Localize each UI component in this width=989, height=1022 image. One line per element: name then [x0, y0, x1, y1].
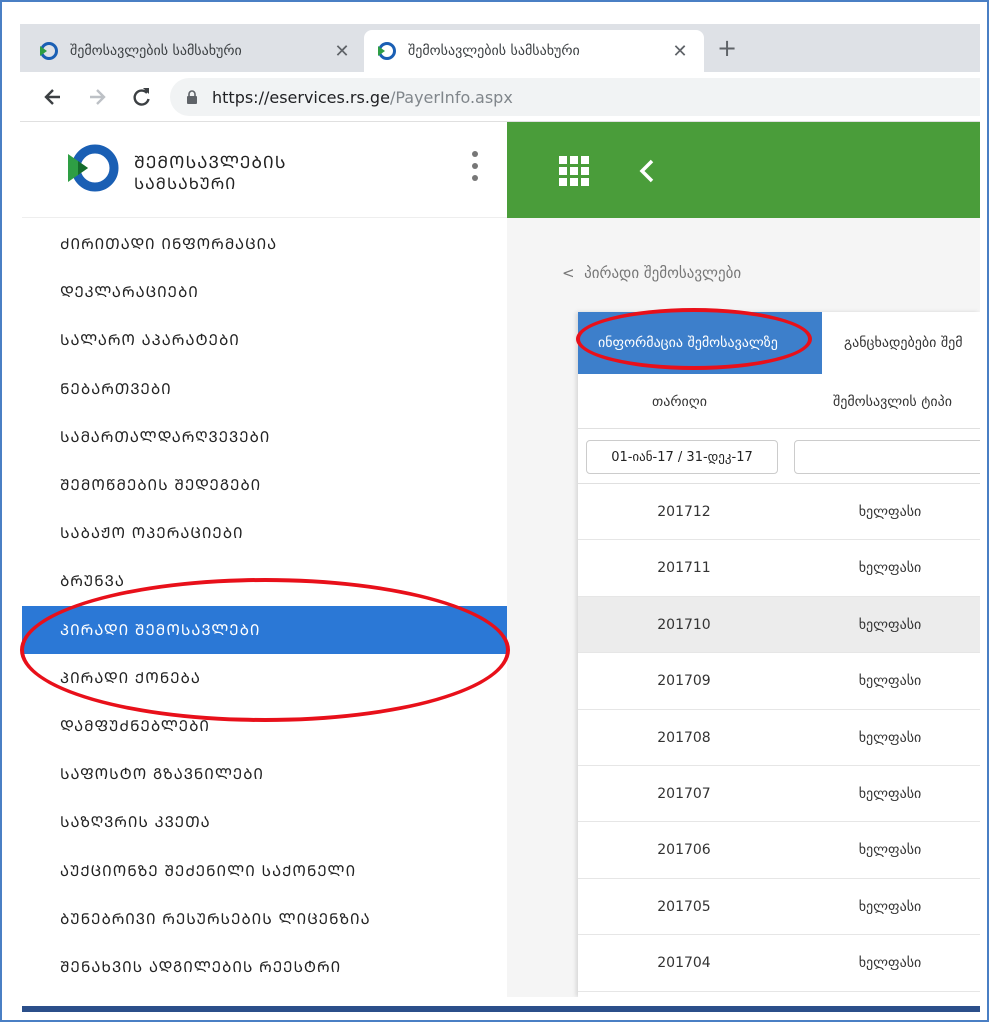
table-row[interactable]: 201712 ხელფასი — [578, 484, 980, 541]
table-row[interactable]: 201710 ხელფასი — [578, 596, 980, 654]
sidebar-item[interactable]: ᲐᲣᲥᲪᲘᲝᲜᲖᲔ ᲨᲔᲫᲔᲜᲘᲚᲘ ᲡᲐᲥᲝᲜᲔᲚᲘ — [22, 846, 507, 894]
url-path: /PayerInfo.aspx — [389, 87, 513, 107]
column-header-date[interactable]: თარიღი — [652, 394, 707, 410]
browser-tab-1[interactable]: შემოსავლების სამსახური ✕ — [26, 30, 366, 72]
cell-income-type: ხელფასი — [858, 673, 922, 690]
cell-date: 201710 — [657, 616, 711, 633]
cell-date: 201705 — [657, 898, 711, 915]
tab-close-icon[interactable]: ✕ — [668, 41, 692, 62]
sidebar: ᲨᲔᲛᲝᲡᲐᲕᲚᲔᲑᲘᲡ ᲡᲐᲛᲡᲐᲮᲣᲠᲘ ᲫᲘᲠᲘᲗᲐᲓᲘ ᲘᲜᲤᲝᲠᲛᲐᲪ… — [22, 122, 507, 997]
cell-income-type: ხელფასი — [858, 560, 922, 577]
sidebar-item[interactable]: ᲡᲐᲤᲝᲡᲢᲝ ᲒᲖᲐᲕᲜᲘᲚᲔᲑᲘ — [22, 750, 507, 798]
sidebar-item[interactable]: ᲨᲔᲜᲐᲮᲕᲘᲡ ᲐᲓᲒᲘᲚᲔᲑᲘᲡ ᲠᲔᲔᲡᲢᲠᲘ — [22, 943, 507, 991]
sidebar-item[interactable]: ᲞᲘᲠᲐᲓᲘ ᲨᲔᲛᲝᲡᲐᲕᲚᲔᲑᲘ — [22, 605, 507, 654]
table-body: 201712 ხელფასი 201711 ხელფასი 201710 ხელფასი 2… — [578, 484, 980, 992]
back-arrow-icon[interactable] — [38, 82, 68, 112]
cell-income-type: ხელფასი — [858, 785, 922, 802]
cell-date: 201711 — [657, 560, 711, 577]
cell-date: 201707 — [657, 785, 711, 802]
filter-row: 01-იან-17 / 31-დეკ-17 — [578, 429, 980, 484]
sidebar-item[interactable]: ᲑᲠᲣᲜᲕᲐ — [22, 557, 507, 605]
sidebar-item[interactable]: ᲨᲔᲛᲝᲬᲛᲔᲑᲘᲡ ᲨᲔᲓᲔᲒᲔᲑᲘ — [22, 461, 507, 509]
browser-tab-title: შემოსავლების სამსახური — [70, 43, 242, 59]
browser-tab-2[interactable]: შემოსავლების სამსახური ✕ — [364, 30, 704, 72]
url-field[interactable]: https://eservices.rs.ge/PayerInfo.aspx — [170, 78, 980, 116]
breadcrumb[interactable]: < პირადი შემოსავლები — [562, 264, 741, 282]
table-row[interactable]: 201711 ხელფასი — [578, 540, 980, 597]
browser-tab-strip: შემოსავლების სამსახური ✕ შემოსავლების სა… — [20, 24, 980, 72]
tab-close-icon[interactable]: ✕ — [330, 41, 354, 62]
table-row[interactable]: 201706 ხელფასი — [578, 822, 980, 879]
date-range-filter[interactable]: 01-იან-17 / 31-დეკ-17 — [586, 440, 778, 474]
column-header-income-type[interactable]: შემოსავლის ტიპი — [833, 394, 952, 410]
bottom-border — [22, 1006, 980, 1012]
sidebar-item[interactable]: ᲡᲐᲚᲐᲠᲝ ᲐᲞᲐᲠᲐᲢᲔᲑᲘ — [22, 316, 507, 364]
cell-date: 201704 — [657, 955, 711, 972]
breadcrumb-label: პირადი შემოსავლები — [584, 264, 742, 282]
cell-date: 201712 — [657, 504, 711, 520]
sidebar-item[interactable]: ᲡᲐᲑᲐᲟᲝ ᲝᲞᲔᲠᲐᲪᲘᲔᲑᲘ — [22, 509, 507, 557]
reload-icon[interactable] — [126, 82, 156, 112]
sidebar-item[interactable]: ᲡᲐᲛᲐᲠᲗᲐᲚᲓᲐᲠᲦᲕᲔᲕᲔᲑᲘ — [22, 413, 507, 461]
cell-date: 201706 — [657, 842, 711, 859]
sidebar-item[interactable]: ᲓᲔᲙᲚᲐᲠᲐᲪᲘᲔᲑᲘ — [22, 268, 507, 316]
top-bar — [507, 122, 980, 218]
brand-header: ᲨᲔᲛᲝᲡᲐᲕᲚᲔᲑᲘᲡ ᲡᲐᲛᲡᲐᲮᲣᲠᲘ — [22, 122, 507, 218]
brand-name-line2: ᲡᲐᲛᲡᲐᲮᲣᲠᲘ — [134, 174, 237, 193]
cell-income-type: ხელფასი — [858, 729, 922, 746]
cell-date: 201709 — [657, 673, 711, 690]
table-row[interactable]: 201707 ხელფასი — [578, 766, 980, 823]
sidebar-item[interactable]: ᲜᲔᲑᲐᲠᲗᲕᲔᲑᲘ — [22, 365, 507, 413]
browser-tab-title: შემოსავლების სამსახური — [408, 43, 580, 59]
page-content: ᲨᲔᲛᲝᲡᲐᲕᲚᲔᲑᲘᲡ ᲡᲐᲛᲡᲐᲮᲣᲠᲘ ᲫᲘᲠᲘᲗᲐᲓᲘ ᲘᲜᲤᲝᲠᲛᲐᲪ… — [22, 122, 980, 997]
cell-income-type: ხელფასი — [858, 842, 922, 859]
cell-income-type: ხელფასი — [858, 898, 922, 915]
forward-arrow-icon[interactable] — [82, 82, 112, 112]
cell-income-type: ხელფასი — [858, 616, 922, 633]
income-panel: ინფორმაცია შემოსავალზე განცხადებები შემ … — [578, 312, 980, 997]
cell-date: 201708 — [657, 729, 711, 746]
table-row[interactable]: 201705 ხელფასი — [578, 879, 980, 936]
new-tab-button[interactable]: + — [712, 34, 742, 62]
screenshot-frame: შემოსავლების სამსახური ✕ შემოსავლების სა… — [0, 0, 989, 1022]
table-row[interactable]: 201708 ხელფასი — [578, 710, 980, 766]
sidebar-item[interactable]: ᲡᲐᲖᲦᲕᲠᲘᲡ ᲙᲕᲔᲗᲐ — [22, 798, 507, 846]
chevron-left-icon[interactable] — [637, 158, 657, 184]
sidebar-item[interactable]: ᲑᲣᲜᲔᲑᲠᲘᲕᲘ ᲠᲔᲡᲣᲠᲡᲔᲑᲘᲡ ᲚᲘᲪᲔᲜᲖᲘᲐ — [22, 895, 507, 943]
table-header: თარიღი შემოსავლის ტიპი — [578, 374, 980, 429]
rs-logo-icon — [68, 144, 119, 192]
url-host: https://eservices.rs.ge — [212, 87, 390, 107]
table-row[interactable]: 201704 ხელფასი — [578, 935, 980, 992]
table-row[interactable]: 201709 ხელფასი — [578, 653, 980, 710]
cell-income-type: ხელფასი — [858, 955, 922, 972]
tab-applications[interactable]: განცხადებები შემ — [822, 312, 980, 374]
sidebar-item[interactable]: ᲞᲘᲠᲐᲓᲘ ᲥᲝᲜᲔᲑᲐ — [22, 654, 507, 702]
rs-logo-favicon-icon — [40, 42, 58, 60]
chevron-left-icon: < — [562, 264, 575, 282]
brand-name-line1: ᲨᲔᲛᲝᲡᲐᲕᲚᲔᲑᲘᲡ — [134, 153, 287, 173]
sidebar-item[interactable]: ᲫᲘᲠᲘᲗᲐᲓᲘ ᲘᲜᲤᲝᲠᲛᲐᲪᲘᲐ — [22, 220, 507, 268]
sidebar-menu: ᲫᲘᲠᲘᲗᲐᲓᲘ ᲘᲜᲤᲝᲠᲛᲐᲪᲘᲐ ᲓᲔᲙᲚᲐᲠᲐᲪᲘᲔᲑᲘ ᲡᲐᲚᲐᲠᲝ ᲐᲞ… — [22, 220, 507, 991]
cell-income-type: ხელფასი — [858, 504, 922, 520]
rs-logo-favicon-icon — [378, 42, 396, 60]
apps-grid-icon[interactable] — [559, 156, 589, 186]
kebab-menu-icon[interactable] — [470, 148, 480, 184]
lock-icon — [187, 90, 197, 104]
income-type-filter[interactable] — [794, 440, 980, 474]
sidebar-item[interactable]: ᲓᲐᲛᲤᲣᲫᲜᲔᲑᲚᲔᲑᲘ — [22, 702, 507, 750]
tab-income-info[interactable]: ინფორმაცია შემოსავალზე — [578, 312, 822, 374]
address-bar: https://eservices.rs.ge/PayerInfo.aspx — [20, 72, 980, 122]
